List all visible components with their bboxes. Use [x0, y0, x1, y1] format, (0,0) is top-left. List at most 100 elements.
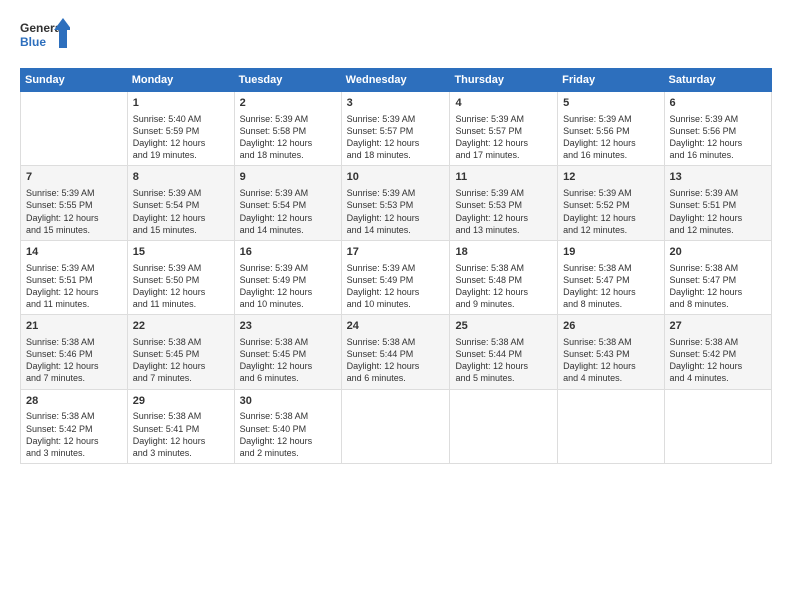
calendar-day-cell: [341, 389, 450, 463]
day-info: Sunrise: 5:39 AM Sunset: 5:52 PM Dayligh…: [563, 187, 658, 236]
day-number: 23: [240, 319, 336, 334]
day-number: 12: [563, 170, 658, 185]
calendar-day-cell: 22 Sunrise: 5:38 AM Sunset: 5:45 PM Dayli…: [127, 315, 234, 389]
day-number: 15: [133, 245, 229, 260]
day-info: Sunrise: 5:38 AM Sunset: 5:45 PM Dayligh…: [240, 336, 336, 385]
day-number: 2: [240, 96, 336, 111]
calendar-day-cell: 15 Sunrise: 5:39 AM Sunset: 5:50 PM Dayli…: [127, 240, 234, 314]
day-info: Sunrise: 5:39 AM Sunset: 5:56 PM Dayligh…: [670, 113, 766, 162]
calendar-day-cell: 13 Sunrise: 5:39 AM Sunset: 5:51 PM Dayli…: [664, 166, 771, 240]
calendar-day-header: Monday: [127, 69, 234, 92]
logo-icon: General Blue: [20, 16, 70, 58]
day-info: Sunrise: 5:38 AM Sunset: 5:41 PM Dayligh…: [133, 410, 229, 459]
day-number: 24: [347, 319, 445, 334]
calendar-day-header: Saturday: [664, 69, 771, 92]
day-info: Sunrise: 5:38 AM Sunset: 5:46 PM Dayligh…: [26, 336, 122, 385]
calendar-day-cell: 21Sunrise: 5:38 AM Sunset: 5:46 PM Dayli…: [21, 315, 128, 389]
calendar-day-cell: 8Sunrise: 5:39 AM Sunset: 5:54 PM Daylig…: [127, 166, 234, 240]
calendar-day-header: Tuesday: [234, 69, 341, 92]
calendar-day-cell: 18 Sunrise: 5:38 AM Sunset: 5:48 PM Dayli…: [450, 240, 558, 314]
day-info: Sunrise: 5:38 AM Sunset: 5:44 PM Dayligh…: [455, 336, 552, 385]
day-info: Sunrise: 5:39 AM Sunset: 5:57 PM Dayligh…: [347, 113, 445, 162]
day-number: 30: [240, 394, 336, 409]
day-number: 16: [240, 245, 336, 260]
page: General Blue SundayMondayTuesdayWednesda…: [0, 0, 792, 612]
day-info: Sunrise: 5:38 AM Sunset: 5:42 PM Dayligh…: [670, 336, 766, 385]
calendar-day-cell: 2 Sunrise: 5:39 AM Sunset: 5:58 PM Daylig…: [234, 92, 341, 166]
calendar-table: SundayMondayTuesdayWednesdayThursdayFrid…: [20, 68, 772, 464]
day-number: 26: [563, 319, 658, 334]
day-info: Sunrise: 5:39 AM Sunset: 5:49 PM Dayligh…: [240, 262, 336, 311]
day-number: 18: [455, 245, 552, 260]
calendar-day-cell: [21, 92, 128, 166]
calendar-day-cell: 23 Sunrise: 5:38 AM Sunset: 5:45 PM Dayli…: [234, 315, 341, 389]
header: General Blue: [20, 16, 772, 58]
calendar-day-cell: 26 Sunrise: 5:38 AM Sunset: 5:43 PM Dayli…: [558, 315, 664, 389]
day-number: 14: [26, 245, 122, 260]
calendar-day-cell: 28Sunrise: 5:38 AM Sunset: 5:42 PM Dayli…: [21, 389, 128, 463]
day-number: 8: [133, 170, 229, 185]
calendar-day-cell: 6 Sunrise: 5:39 AM Sunset: 5:56 PM Daylig…: [664, 92, 771, 166]
calendar-day-header: Friday: [558, 69, 664, 92]
calendar-day-cell: 4 Sunrise: 5:39 AM Sunset: 5:57 PM Daylig…: [450, 92, 558, 166]
calendar-day-cell: 11 Sunrise: 5:39 AM Sunset: 5:53 PM Dayli…: [450, 166, 558, 240]
day-info: Sunrise: 5:39 AM Sunset: 5:57 PM Dayligh…: [455, 113, 552, 162]
day-info: Sunrise: 5:39 AM Sunset: 5:49 PM Dayligh…: [347, 262, 445, 311]
day-info: Sunrise: 5:39 AM Sunset: 5:54 PM Dayligh…: [240, 187, 336, 236]
day-info: Sunrise: 5:38 AM Sunset: 5:47 PM Dayligh…: [670, 262, 766, 311]
day-number: 1: [133, 96, 229, 111]
day-number: 29: [133, 394, 229, 409]
calendar-day-cell: 16 Sunrise: 5:39 AM Sunset: 5:49 PM Dayli…: [234, 240, 341, 314]
day-number: 9: [240, 170, 336, 185]
day-info: Sunrise: 5:38 AM Sunset: 5:40 PM Dayligh…: [240, 410, 336, 459]
calendar-day-cell: 10 Sunrise: 5:39 AM Sunset: 5:53 PM Dayli…: [341, 166, 450, 240]
day-info: Sunrise: 5:39 AM Sunset: 5:56 PM Dayligh…: [563, 113, 658, 162]
day-number: 5: [563, 96, 658, 111]
calendar-day-cell: 27Sunrise: 5:38 AM Sunset: 5:42 PM Dayli…: [664, 315, 771, 389]
calendar-week-row: 14 Sunrise: 5:39 AM Sunset: 5:51 PM Dayli…: [21, 240, 772, 314]
calendar-header-row: SundayMondayTuesdayWednesdayThursdayFrid…: [21, 69, 772, 92]
calendar-day-header: Thursday: [450, 69, 558, 92]
day-number: 28: [26, 394, 122, 409]
day-info: Sunrise: 5:38 AM Sunset: 5:43 PM Dayligh…: [563, 336, 658, 385]
day-number: 22: [133, 319, 229, 334]
day-info: Sunrise: 5:39 AM Sunset: 5:58 PM Dayligh…: [240, 113, 336, 162]
day-info: Sunrise: 5:39 AM Sunset: 5:50 PM Dayligh…: [133, 262, 229, 311]
day-info: Sunrise: 5:39 AM Sunset: 5:53 PM Dayligh…: [455, 187, 552, 236]
day-number: 7: [26, 170, 122, 185]
day-info: Sunrise: 5:38 AM Sunset: 5:48 PM Dayligh…: [455, 262, 552, 311]
day-info: Sunrise: 5:40 AM Sunset: 5:59 PM Dayligh…: [133, 113, 229, 162]
day-number: 3: [347, 96, 445, 111]
calendar-day-header: Wednesday: [341, 69, 450, 92]
day-info: Sunrise: 5:38 AM Sunset: 5:44 PM Dayligh…: [347, 336, 445, 385]
logo: General Blue: [20, 16, 70, 58]
day-number: 6: [670, 96, 766, 111]
day-number: 25: [455, 319, 552, 334]
day-number: 11: [455, 170, 552, 185]
calendar-day-cell: [450, 389, 558, 463]
day-info: Sunrise: 5:39 AM Sunset: 5:55 PM Dayligh…: [26, 187, 122, 236]
day-number: 19: [563, 245, 658, 260]
calendar-week-row: 28Sunrise: 5:38 AM Sunset: 5:42 PM Dayli…: [21, 389, 772, 463]
calendar-day-cell: 19Sunrise: 5:38 AM Sunset: 5:47 PM Dayli…: [558, 240, 664, 314]
day-info: Sunrise: 5:38 AM Sunset: 5:45 PM Dayligh…: [133, 336, 229, 385]
calendar-day-cell: 12 Sunrise: 5:39 AM Sunset: 5:52 PM Dayli…: [558, 166, 664, 240]
day-info: Sunrise: 5:39 AM Sunset: 5:51 PM Dayligh…: [26, 262, 122, 311]
day-number: 4: [455, 96, 552, 111]
calendar-day-cell: 3 Sunrise: 5:39 AM Sunset: 5:57 PM Daylig…: [341, 92, 450, 166]
calendar-day-cell: 20 Sunrise: 5:38 AM Sunset: 5:47 PM Dayli…: [664, 240, 771, 314]
day-number: 10: [347, 170, 445, 185]
calendar-day-cell: 9 Sunrise: 5:39 AM Sunset: 5:54 PM Daylig…: [234, 166, 341, 240]
day-number: 13: [670, 170, 766, 185]
day-number: 20: [670, 245, 766, 260]
calendar-day-cell: 25 Sunrise: 5:38 AM Sunset: 5:44 PM Dayli…: [450, 315, 558, 389]
calendar-day-cell: 30Sunrise: 5:38 AM Sunset: 5:40 PM Dayli…: [234, 389, 341, 463]
calendar-day-cell: 17 Sunrise: 5:39 AM Sunset: 5:49 PM Dayli…: [341, 240, 450, 314]
calendar-day-cell: 29Sunrise: 5:38 AM Sunset: 5:41 PM Dayli…: [127, 389, 234, 463]
day-info: Sunrise: 5:39 AM Sunset: 5:51 PM Dayligh…: [670, 187, 766, 236]
day-info: Sunrise: 5:39 AM Sunset: 5:53 PM Dayligh…: [347, 187, 445, 236]
calendar-day-cell: [558, 389, 664, 463]
calendar-day-cell: 14 Sunrise: 5:39 AM Sunset: 5:51 PM Dayli…: [21, 240, 128, 314]
day-number: 17: [347, 245, 445, 260]
calendar-day-cell: [664, 389, 771, 463]
